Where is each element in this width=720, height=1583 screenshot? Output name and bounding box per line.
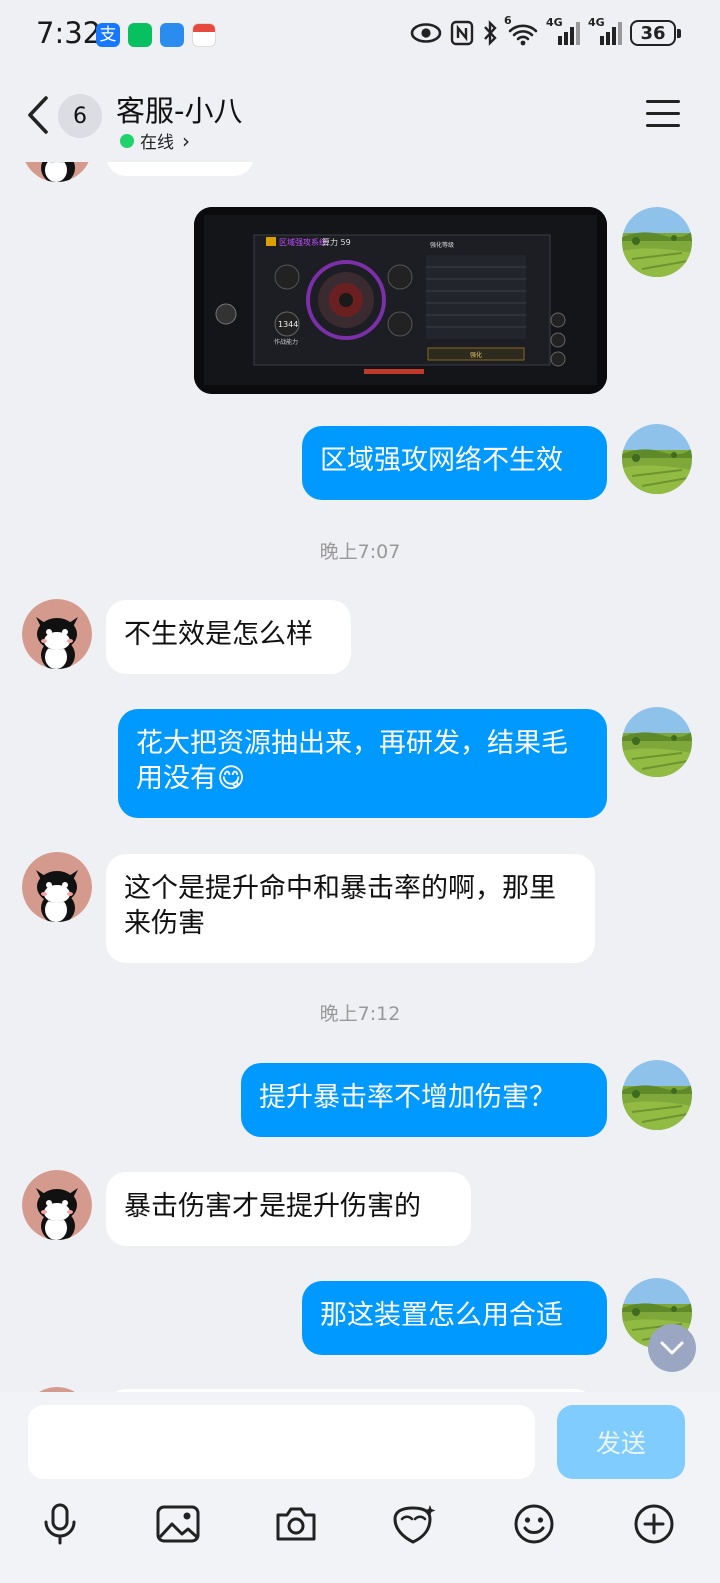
voice-button[interactable]	[32, 1496, 88, 1552]
message-input[interactable]	[28, 1405, 535, 1479]
status-icons: 6 4G 4G 36	[410, 14, 681, 46]
camera-icon	[276, 1507, 316, 1541]
outgoing-message[interactable]: 花大把资源抽出来，再研发，结果毛用没有😋	[118, 709, 607, 818]
chevron-left-icon	[28, 96, 48, 134]
scroll-to-bottom-button[interactable]	[648, 1324, 696, 1372]
outgoing-message[interactable]: 那这装置怎么用合适	[302, 1281, 607, 1355]
my-avatar[interactable]	[622, 1060, 692, 1130]
back-button[interactable]	[22, 92, 56, 138]
chat-header: 6 客服-小八 在线 ›	[0, 70, 720, 162]
message-text: 这个是提升命中和暴击率的啊，那里来伤害	[124, 873, 556, 939]
signal-icon-2: 4G	[588, 16, 622, 46]
incoming-message[interactable]: 暴击伤害才是提升伤害的	[106, 1172, 471, 1246]
message-text: 花大把资源抽出来，再研发，结果毛用没有😋	[136, 728, 568, 794]
wifi-icon: 6	[504, 14, 538, 46]
image-combat-label: 作战能力	[274, 338, 298, 346]
menu-button[interactable]	[646, 100, 680, 130]
image-icon	[156, 1505, 200, 1543]
microphone-icon	[44, 1503, 76, 1545]
battery-level: 36	[640, 22, 666, 44]
message-text: 提升暴击率不增加伤害？	[259, 1082, 556, 1113]
outgoing-message[interactable]: 提升暴击率不增加伤害？	[241, 1063, 607, 1137]
image-enhance-button: 强化	[470, 351, 482, 359]
screenshot-image-message[interactable]: 区域强攻系统 算力 59 强化等级 1344 作战能力 强化	[194, 207, 607, 394]
wechat-icon	[128, 23, 152, 47]
bluetooth-icon	[484, 20, 497, 46]
status-time: 7:32	[36, 16, 102, 50]
image-power-label: 算力 59	[322, 237, 351, 247]
message-text: 不生效是怎么样	[124, 619, 313, 650]
incoming-message[interactable]: 这个是提升命中和暴击率的啊，那里来伤害	[106, 854, 595, 963]
message-text: 那这装置怎么用合适	[320, 1300, 563, 1331]
game-screenshot-image: 区域强攻系统 算力 59 强化等级 1344 作战能力 强化	[194, 207, 607, 394]
battery-indicator: 36	[630, 20, 681, 46]
message-list[interactable]: 区域强攻系统 算力 59 强化等级 1344 作战能力 强化 区域强攻网络不生效…	[0, 162, 720, 1392]
incoming-message[interactable]: 不生效是怎么样	[106, 600, 351, 674]
camera-button[interactable]	[268, 1496, 324, 1552]
send-button[interactable]: 发送	[557, 1405, 685, 1479]
agent-avatar[interactable]	[22, 1170, 92, 1240]
my-avatar[interactable]	[622, 424, 692, 494]
emoji-icon	[514, 1504, 554, 1544]
my-avatar[interactable]	[622, 207, 692, 277]
message-text: 暴击伤害才是提升伤害的	[124, 1191, 421, 1222]
more-button[interactable]	[626, 1496, 682, 1552]
chat-screen: 7:32 支 6 4G 4G 36 6 客服-小八 在线 › 区域强攻系统 算力…	[0, 0, 720, 1583]
weather-icon	[160, 23, 184, 47]
input-toolbar	[0, 1496, 720, 1556]
outgoing-message[interactable]: 区域强攻网络不生效	[302, 426, 607, 500]
signal-icon-1: 4G	[546, 16, 580, 46]
unread-count-badge[interactable]: 6	[58, 94, 102, 138]
image-caption: 区域强攻系统	[279, 237, 327, 247]
input-area: 发送	[0, 1392, 720, 1583]
status-bar: 7:32 支 6 4G 4G 36	[0, 0, 720, 70]
alipay-icon: 支	[96, 23, 120, 47]
wifi-generation: 6	[504, 14, 512, 27]
chevron-down-icon	[660, 1341, 684, 1355]
menu-icon-line	[646, 124, 680, 127]
time-separator: 晚上7:07	[319, 541, 401, 563]
calendar-icon	[192, 23, 216, 47]
message-bubble-partial[interactable]	[106, 162, 254, 176]
image-button[interactable]	[150, 1496, 206, 1552]
chevron-right-icon: ›	[182, 128, 190, 153]
image-panel-title: 强化等级	[430, 241, 454, 249]
sticker-button[interactable]	[386, 1496, 442, 1552]
menu-icon-line	[646, 100, 680, 103]
eye-icon	[410, 23, 442, 43]
menu-icon-line	[646, 112, 680, 115]
agent-avatar[interactable]	[22, 852, 92, 922]
online-dot	[120, 133, 134, 148]
online-status-label: 在线	[140, 133, 174, 153]
plus-icon	[634, 1504, 674, 1544]
online-status[interactable]: 在线 ›	[120, 128, 190, 153]
sticker-icon	[393, 1505, 436, 1544]
agent-avatar[interactable]	[22, 162, 92, 182]
time-separator: 晚上7:12	[319, 1003, 401, 1025]
image-value-1344: 1344	[278, 320, 298, 329]
my-avatar[interactable]	[622, 707, 692, 777]
nfc-icon	[450, 20, 474, 46]
agent-avatar[interactable]	[22, 599, 92, 669]
chat-title[interactable]: 客服-小八	[116, 88, 242, 130]
emoji-button[interactable]	[506, 1496, 562, 1552]
message-text: 区域强攻网络不生效	[320, 445, 563, 476]
